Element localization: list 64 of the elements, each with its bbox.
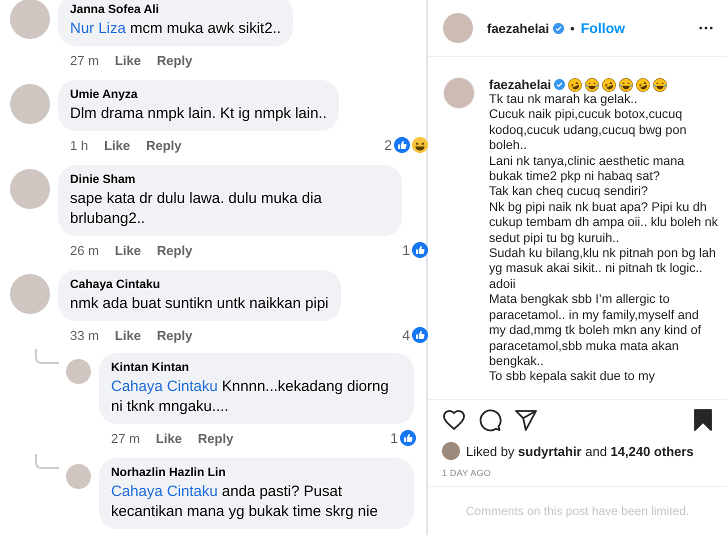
tears-of-joy-emoji-icon bbox=[585, 78, 600, 92]
reaction-count[interactable]: 1 bbox=[390, 430, 398, 446]
like-reaction-icon bbox=[394, 137, 410, 153]
comment-text: nmk ada buat suntikn untk naikkan pipi bbox=[70, 294, 328, 314]
comment-time[interactable]: 1 h bbox=[70, 138, 88, 152]
avatar[interactable] bbox=[442, 442, 460, 460]
like-reaction-icon bbox=[412, 242, 428, 258]
comment-time[interactable]: 33 m bbox=[70, 328, 99, 342]
username[interactable]: faezahelai bbox=[487, 20, 550, 36]
post-caption: Tk tau nk marah ka gelak.. Cucuk naik pipi,cucuk botox,cucuq kodoq,cucuk udang,cucuq bwg pon boleh.. Lani nk tanya,clinic aesthetic mana bukak time2 pkp ni habaq sat? Tak kan cheq cucuq sendiri? Nk bg pipi naik nk buat apa? Pipi ku dh cukup tembam dh ampa oii.. klu boleh nk sedut pipi tu bg kuruih.. Sudah ku bilang,klu nk pitnah pon bg lah yg masuk akai sikit.. ni pitnah tk logic.. adoii Mata bengkak sbb I’m allergic to paracetamol.. in my family,myself and my dad,mmg tk boleh mkn any kind of paracetamol,sbb muka mata akan bengkak.. To sbb kepala sakit due to my bbox=[489, 92, 719, 385]
comment-author[interactable]: Norhazlin Hazlin Lin bbox=[111, 465, 402, 479]
comment-text: sape kata dr dulu lawa. dulu muka dia brlubang2.. bbox=[70, 189, 323, 229]
comment-time[interactable]: 27 m bbox=[111, 430, 140, 446]
avatar[interactable] bbox=[10, 274, 50, 314]
like-reaction-icon bbox=[412, 327, 428, 343]
comment-text: Cahaya Cintaku Knnnn...kekadang diorng ni tknk mngaku.... bbox=[111, 377, 390, 417]
follow-button[interactable]: Follow bbox=[580, 20, 626, 36]
rolling-laughing-emoji-icon bbox=[636, 78, 650, 92]
comment-author[interactable]: Umie Anyza bbox=[70, 87, 327, 101]
avatar[interactable] bbox=[10, 0, 50, 39]
reaction-count[interactable]: 2 bbox=[384, 137, 392, 153]
rolling-laughing-emoji-icon bbox=[602, 78, 616, 92]
like-link[interactable]: Like bbox=[114, 52, 141, 68]
tears-of-joy-emoji-icon bbox=[619, 78, 634, 92]
comment-text: Nur Liza mcm muka awk sikit2.. bbox=[70, 19, 281, 39]
avatar[interactable] bbox=[66, 359, 91, 384]
reaction-count[interactable]: 4 bbox=[402, 327, 410, 343]
comment-time[interactable]: 27 m bbox=[70, 52, 99, 68]
laughing-reaction-icon bbox=[412, 137, 428, 153]
avatar[interactable] bbox=[10, 169, 50, 209]
comment-author[interactable]: Kintan Kintan bbox=[111, 360, 402, 374]
like-link[interactable]: Like bbox=[104, 138, 130, 152]
post-date: 1 DAY AGO bbox=[428, 466, 727, 487]
avatar[interactable] bbox=[66, 464, 91, 489]
comment-author[interactable]: Cahaya Cintaku bbox=[70, 277, 328, 291]
reply-link[interactable]: Reply bbox=[156, 242, 192, 258]
comment-text: Cahaya Cintaku anda pasti? Pusat kecantikan mana yg bukak time skrg nie bbox=[111, 482, 379, 522]
bookmark-icon[interactable] bbox=[691, 408, 715, 432]
like-reaction-icon bbox=[400, 430, 416, 446]
reply-link[interactable]: Reply bbox=[156, 328, 192, 342]
reply-link[interactable]: Reply bbox=[146, 138, 182, 152]
rolling-laughing-emoji-icon bbox=[568, 78, 582, 92]
like-link[interactable]: Like bbox=[114, 242, 141, 258]
like-link[interactable]: Like bbox=[156, 430, 182, 446]
comments-limited-notice: Comments on this post have been limited. bbox=[464, 503, 690, 520]
more-options-icon[interactable] bbox=[699, 26, 713, 30]
reaction-count[interactable]: 1 bbox=[402, 242, 410, 258]
comment-author[interactable]: Janna Sofea Ali bbox=[70, 2, 281, 16]
username[interactable]: faezahelai bbox=[489, 77, 552, 92]
heart-icon[interactable] bbox=[442, 408, 466, 432]
like-link[interactable]: Like bbox=[114, 328, 141, 342]
reply-link[interactable]: Reply bbox=[198, 430, 234, 446]
tears-of-joy-emoji-icon bbox=[653, 78, 668, 92]
comment-text: Dlm drama nmpk lain. Kt ig nmpk lain.. bbox=[70, 104, 327, 124]
reply-link[interactable]: Reply bbox=[156, 52, 192, 68]
comment-time[interactable]: 26 m bbox=[70, 242, 99, 258]
separator-dot: • bbox=[570, 20, 575, 36]
likes-summary: Liked by sudyrtahir and 14,240 others bbox=[466, 444, 694, 458]
comment-author[interactable]: Dinie Sham bbox=[70, 172, 390, 186]
avatar[interactable] bbox=[10, 84, 50, 124]
share-icon[interactable] bbox=[514, 408, 538, 432]
profile-avatar[interactable] bbox=[443, 77, 475, 109]
profile-avatar[interactable] bbox=[443, 13, 473, 43]
comment-icon[interactable] bbox=[478, 408, 502, 432]
